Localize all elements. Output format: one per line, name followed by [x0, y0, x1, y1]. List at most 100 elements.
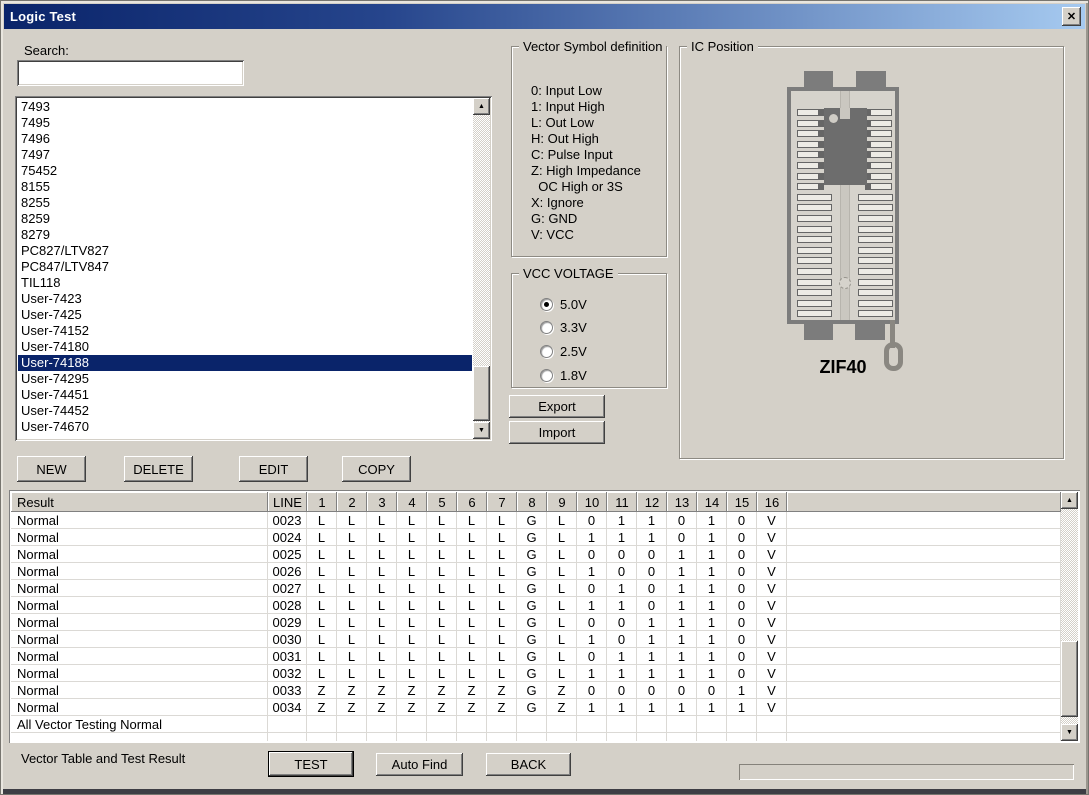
zif-pin-right — [858, 310, 893, 318]
list-item[interactable]: User-74295 — [18, 371, 472, 387]
vcc-option-5.0V[interactable]: 5.0V — [540, 296, 587, 312]
list-scroll-thumb[interactable] — [473, 366, 490, 421]
column-header-12[interactable]: 12 — [637, 492, 667, 512]
column-header-10[interactable]: 10 — [577, 492, 607, 512]
table-row[interactable]: Normal 0034 Z Z Z Z Z Z Z G Z 1 1 1 1 1 1 V — [11, 699, 1061, 716]
summary-row[interactable]: All Vector Testing Normal — [11, 716, 1061, 733]
column-header-6[interactable]: 6 — [457, 492, 487, 512]
pin-value-cell: Z — [487, 699, 517, 716]
column-header-9[interactable]: 9 — [547, 492, 577, 512]
table-row[interactable]: Normal 0028 L L L L L L L G L 1 1 0 1 1 0 V — [11, 597, 1061, 614]
pin-value-cell: 1 — [637, 648, 667, 665]
pin-value-cell: L — [307, 580, 337, 597]
list-item[interactable]: User-74188 — [18, 355, 472, 371]
list-item[interactable]: PC827/LTV827 — [18, 243, 472, 259]
column-header-8[interactable]: 8 — [517, 492, 547, 512]
pin-value-cell: 1 — [607, 597, 637, 614]
column-header-15[interactable]: 15 — [727, 492, 757, 512]
pin-value-cell: L — [427, 580, 457, 597]
titlebar[interactable]: Logic Test ✕ — [4, 4, 1085, 29]
table-row[interactable]: Normal 0033 Z Z Z Z Z Z Z G Z 0 0 0 0 0 1 V — [11, 682, 1061, 699]
pin-value-cell: L — [367, 580, 397, 597]
list-item[interactable]: TIL118 — [18, 275, 472, 291]
new-button[interactable]: NEW — [17, 456, 86, 482]
list-scroll-up-button[interactable]: ▲ — [473, 98, 490, 115]
list-item[interactable]: 75452 — [18, 163, 472, 179]
back-button[interactable]: BACK — [486, 753, 571, 776]
column-header-2[interactable]: 2 — [337, 492, 367, 512]
table-row[interactable]: Normal 0029 L L L L L L L G L 0 0 1 1 1 0 V — [11, 614, 1061, 631]
copy-button[interactable]: COPY — [342, 456, 411, 482]
list-item[interactable]: 7495 — [18, 115, 472, 131]
pin-value-cell: 0 — [727, 631, 757, 648]
list-item[interactable]: 7493 — [18, 99, 472, 115]
pin-value-cell: 1 — [577, 597, 607, 614]
column-header-LINE[interactable]: LINE — [268, 492, 307, 512]
pin-value-cell — [397, 716, 427, 733]
table-scroll-down-button[interactable]: ▼ — [1061, 724, 1078, 741]
pin-value-cell: L — [427, 648, 457, 665]
pin-value-cell — [757, 733, 787, 741]
table-row[interactable]: Normal 0026 L L L L L L L G L 1 0 0 1 1 0 V — [11, 563, 1061, 580]
list-item[interactable]: User-74452 — [18, 403, 472, 419]
table-scroll-thumb[interactable] — [1061, 641, 1078, 717]
vcc-option-1.8V[interactable]: 1.8V — [540, 367, 587, 383]
device-listbox[interactable]: 7493 7495 7496 7497 75452 8155 8255 8259 8279 PC8… — [15, 96, 492, 441]
column-header-11[interactable]: 11 — [607, 492, 637, 512]
vector-symbol-line: 0: Input Low — [531, 83, 602, 98]
column-header-3[interactable]: 3 — [367, 492, 397, 512]
result-table: Result LINE 1 2 3 4 5 6 7 8 9 10 11 12 13 14 15 16 Normal… — [9, 490, 1080, 743]
table-row[interactable]: Normal 0032 L L L L L L L G L 1 1 1 1 1 0 V — [11, 665, 1061, 682]
column-header-7[interactable]: 7 — [487, 492, 517, 512]
table-row[interactable]: Normal 0027 L L L L L L L G L 0 1 0 1 1 0 V — [11, 580, 1061, 597]
list-item[interactable]: PC847/LTV847 — [18, 259, 472, 275]
list-item[interactable]: User-74180 — [18, 339, 472, 355]
close-button[interactable]: ✕ — [1062, 7, 1081, 26]
list-item[interactable]: User-7425 — [18, 307, 472, 323]
list-item[interactable]: User-74451 — [18, 387, 472, 403]
column-header-13[interactable]: 13 — [667, 492, 697, 512]
test-button[interactable]: TEST — [268, 751, 354, 777]
pin-value-cell: L — [547, 665, 577, 682]
pin-value-cell: 1 — [637, 614, 667, 631]
auto-find-button[interactable]: Auto Find — [376, 753, 463, 776]
list-scrollbar[interactable]: ▲ ▼ — [473, 98, 490, 439]
search-input[interactable] — [17, 60, 244, 86]
list-item[interactable]: 7496 — [18, 131, 472, 147]
pin-value-cell — [337, 716, 367, 733]
column-header-16[interactable]: 16 — [757, 492, 787, 512]
column-header-1[interactable]: 1 — [307, 492, 337, 512]
column-header-4[interactable]: 4 — [397, 492, 427, 512]
table-row[interactable]: Normal 0024 L L L L L L L G L 1 1 1 0 1 0 V — [11, 529, 1061, 546]
table-row[interactable]: Normal 0023 L L L L L L L G L 0 1 1 0 1 0 V — [11, 512, 1061, 529]
table-row[interactable]: Normal 0025 L L L L L L L G L 0 0 0 1 1 0 V — [11, 546, 1061, 563]
table-row[interactable]: Normal 0031 L L L L L L L G L 0 1 1 1 1 0 V — [11, 648, 1061, 665]
zif-pin-left — [797, 310, 832, 318]
table-scroll-up-button[interactable]: ▲ — [1061, 492, 1078, 509]
table-row[interactable]: Normal 0030 L L L L L L L G L 1 0 1 1 1 0 V — [11, 631, 1061, 648]
table-scrollbar[interactable]: ▲ ▼ — [1061, 492, 1078, 741]
pin-value-cell: 0 — [607, 614, 637, 631]
column-header-14[interactable]: 14 — [697, 492, 727, 512]
list-item[interactable]: 8255 — [18, 195, 472, 211]
column-header-Result[interactable]: Result — [11, 492, 268, 512]
delete-button[interactable]: DELETE — [124, 456, 193, 482]
empty-row[interactable] — [11, 733, 1061, 741]
list-item[interactable]: 8155 — [18, 179, 472, 195]
list-item[interactable]: User-74152 — [18, 323, 472, 339]
list-item[interactable]: User-7423 — [18, 291, 472, 307]
vcc-option-3.3V[interactable]: 3.3V — [540, 320, 587, 336]
vcc-option-2.5V[interactable]: 2.5V — [540, 343, 587, 359]
list-item[interactable]: User-74670 — [18, 419, 472, 435]
list-item[interactable]: 7497 — [18, 147, 472, 163]
export-button[interactable]: Export — [509, 395, 605, 418]
zif-pin-left — [797, 257, 832, 265]
column-header-5[interactable]: 5 — [427, 492, 457, 512]
pin-value-cell: Z — [457, 699, 487, 716]
edit-button[interactable]: EDIT — [239, 456, 308, 482]
list-scroll-down-button[interactable]: ▼ — [473, 422, 490, 439]
list-item[interactable]: 8259 — [18, 211, 472, 227]
list-item[interactable]: 8279 — [18, 227, 472, 243]
import-button[interactable]: Import — [509, 421, 605, 444]
line-cell: 0026 — [268, 563, 307, 580]
